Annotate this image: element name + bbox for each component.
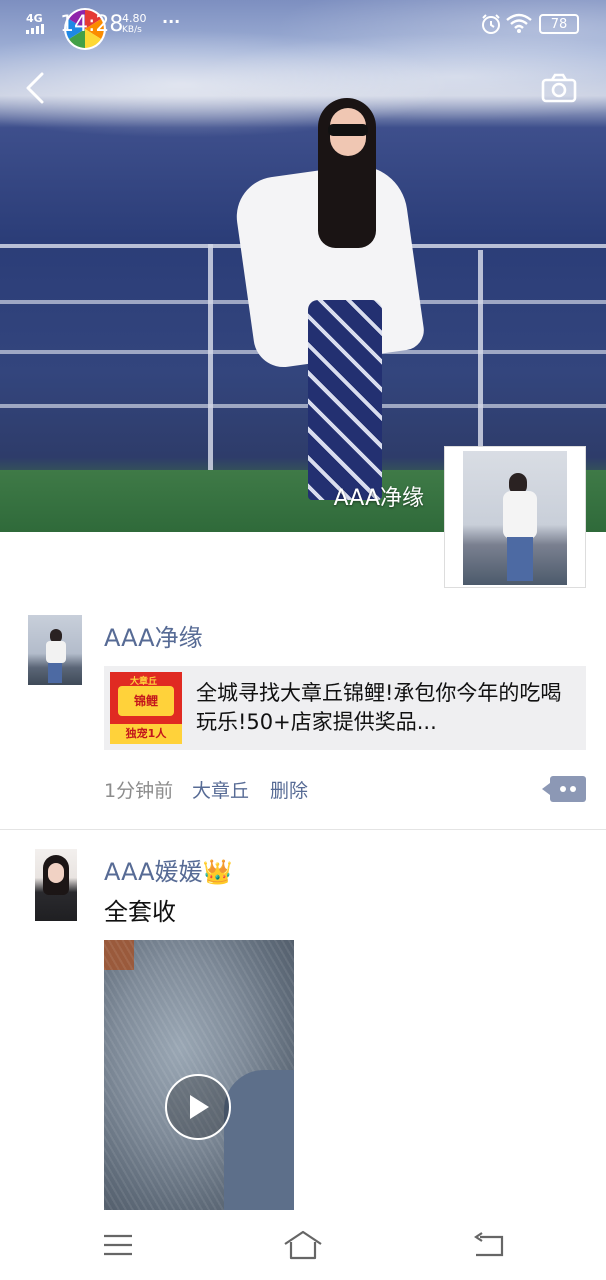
railing-post xyxy=(478,250,483,470)
speed-unit: KB/s xyxy=(122,25,142,35)
comment-button[interactable] xyxy=(542,776,586,802)
camera-icon[interactable] xyxy=(540,72,578,104)
crown-icon: 👑 xyxy=(202,858,233,886)
railing-post xyxy=(208,244,213,474)
link-title: 全城寻找大章丘锦鲤!承包你今年的吃喝玩乐!50+店家提供奖品... xyxy=(196,681,562,734)
link-card[interactable]: 大章丘 锦鲤 独宠1人 全城寻找大章丘锦鲤!承包你今年的吃喝玩乐!50+店家提供… xyxy=(104,666,586,750)
battery-level: 78 xyxy=(550,16,568,32)
railing xyxy=(0,404,606,408)
system-nav-bar xyxy=(0,1210,606,1280)
post-author-name: AAA媛媛 xyxy=(104,858,203,886)
post-author[interactable]: AAA净缘 xyxy=(104,618,203,653)
post-time: 1分钟前 xyxy=(104,780,174,802)
profile-name: AAA净缘 xyxy=(333,486,424,511)
back-icon[interactable] xyxy=(468,1228,508,1262)
thumb-title: 锦鲤 xyxy=(118,686,174,716)
play-icon[interactable] xyxy=(165,1074,231,1140)
battery-icon: 78 xyxy=(539,14,579,34)
post-text: 全套收 xyxy=(104,898,176,926)
feed-divider xyxy=(0,829,606,830)
link-thumbnail: 大章丘 锦鲤 独宠1人 xyxy=(110,672,182,744)
signal-icon xyxy=(26,24,46,34)
profile-avatar-image xyxy=(463,451,567,585)
wifi-icon xyxy=(506,12,532,34)
alarm-icon xyxy=(480,13,502,35)
menu-icon[interactable] xyxy=(98,1228,138,1262)
speed-value: 4.80 xyxy=(122,12,147,25)
video-frame-detail xyxy=(224,1070,294,1210)
more-notifications: ··· xyxy=(162,12,181,31)
post-location[interactable]: 大章丘 xyxy=(192,776,249,803)
comment-dot xyxy=(570,786,576,792)
post-video[interactable] xyxy=(104,940,294,1210)
post-author[interactable]: AAA媛媛👑 xyxy=(104,852,232,887)
post-avatar[interactable] xyxy=(35,849,77,921)
comment-dot xyxy=(560,786,566,792)
delete-button[interactable]: 删除 xyxy=(270,776,308,803)
post-avatar[interactable] xyxy=(28,615,82,685)
profile-avatar[interactable] xyxy=(444,446,586,588)
clock: 14:28 xyxy=(60,12,124,37)
thumb-bottom-text: 独宠1人 xyxy=(110,724,182,744)
home-icon[interactable] xyxy=(283,1228,323,1262)
back-arrow-icon[interactable] xyxy=(20,70,50,106)
